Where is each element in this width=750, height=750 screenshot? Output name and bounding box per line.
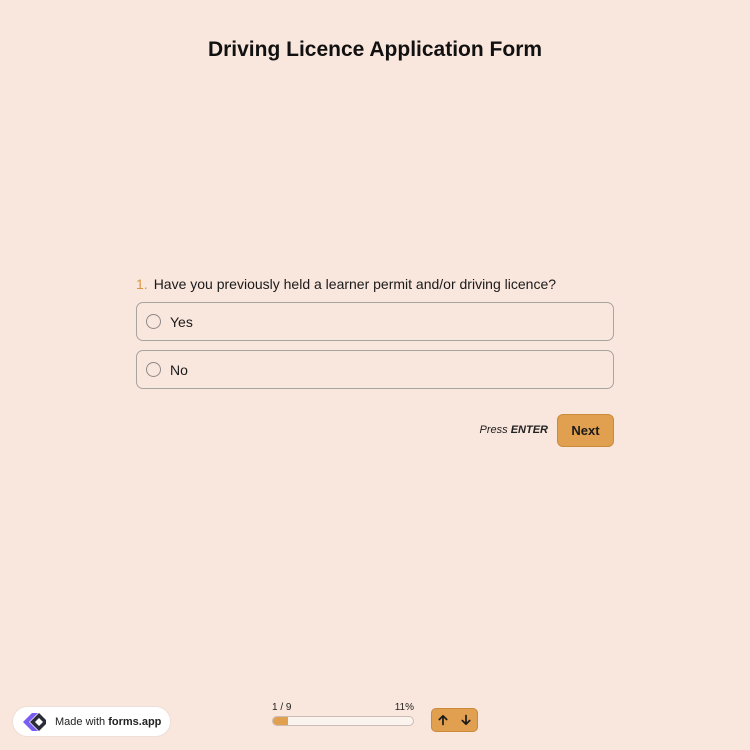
press-enter-hint: Press ENTER xyxy=(440,424,548,436)
press-hint-key: ENTER xyxy=(510,424,548,436)
form-title: Driving Licence Application Form xyxy=(207,38,543,61)
next-button[interactable]: Next xyxy=(557,414,614,447)
question-prompt: 1. Have you previously held a learner per… xyxy=(136,276,614,292)
progress-indicator: 1 / 9 11% xyxy=(272,702,414,726)
made-with-forms-app-badge[interactable]: Made with forms.app xyxy=(12,706,171,737)
question-text: Have you previously held a learner permi… xyxy=(153,276,557,292)
progress-counter: 1 / 9 xyxy=(272,702,292,713)
progress-fill xyxy=(273,717,289,725)
forms-app-logo-icon xyxy=(23,712,46,731)
previous-question-button[interactable] xyxy=(433,710,453,730)
press-hint-prefix: Press xyxy=(479,424,508,436)
radio-no[interactable] xyxy=(146,362,161,377)
option-yes[interactable]: Yes xyxy=(136,302,614,341)
option-yes-label: Yes xyxy=(170,313,193,330)
question-number: 1. xyxy=(136,276,148,292)
form-page: Driving Licence Application Form 1. Have … xyxy=(0,0,750,750)
arrow-down-icon xyxy=(461,714,471,726)
progress-track xyxy=(272,716,414,726)
progress-percent: 11% xyxy=(394,702,414,713)
branding-name: forms.app xyxy=(108,715,162,728)
arrow-up-icon xyxy=(438,714,448,726)
option-no-label: No xyxy=(170,361,188,378)
radio-yes[interactable] xyxy=(146,314,161,329)
branding-text: Made with forms.app xyxy=(55,716,161,728)
branding-prefix: Made with xyxy=(55,715,106,728)
option-no[interactable]: No xyxy=(136,350,614,389)
next-question-button[interactable] xyxy=(456,710,476,730)
question-navigation xyxy=(431,708,478,732)
